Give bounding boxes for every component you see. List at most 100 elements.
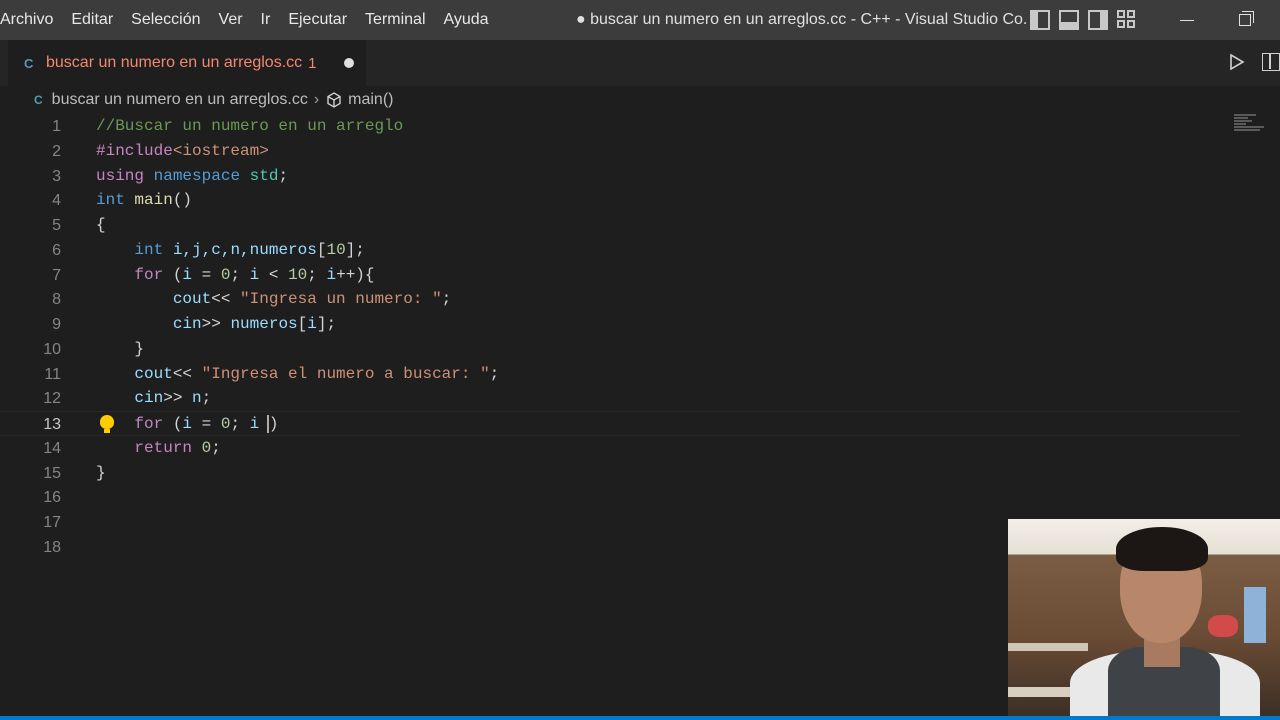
code-token: cout <box>134 364 173 383</box>
code-token: "Ingresa un numero: " <box>240 290 442 309</box>
minimize-icon <box>1180 19 1194 21</box>
code-token: >> <box>201 315 231 333</box>
code-line[interactable]: 11 cout<< "Ingresa el numero a buscar: "… <box>0 362 1240 387</box>
code-line[interactable]: 9 cin>> numeros[i]; <box>0 312 1240 337</box>
line-number: 8 <box>52 291 61 309</box>
breadcrumb: C buscar un numero en un arreglos.cc › m… <box>0 86 1280 114</box>
code-token: = <box>192 415 221 433</box>
webcam-overlay <box>1008 519 1280 716</box>
code-line[interactable]: 2 #include<iostream> <box>0 139 1240 164</box>
breadcrumb-file[interactable]: buscar un numero en un arreglos.cc <box>52 91 308 109</box>
menu-item-ir[interactable]: Ir <box>252 0 280 40</box>
editor-tab[interactable]: C buscar un numero en un arreglos.cc 1 <box>8 40 366 86</box>
play-icon[interactable] <box>1228 53 1246 71</box>
split-editor-icon[interactable] <box>1262 53 1280 71</box>
code-token: ]; <box>316 315 337 333</box>
restore-button[interactable] <box>1222 0 1268 40</box>
code-token: //Buscar un numero en un arreglo <box>96 117 404 135</box>
code-line[interactable]: 12 cin>> n; <box>0 386 1240 411</box>
code-text: } <box>96 461 106 486</box>
title-bar: Archivo Editar Selección Ver Ir Ejecutar Termi… <box>0 0 1280 40</box>
minimap[interactable] <box>1234 114 1270 138</box>
cpp-file-icon: C <box>24 55 34 71</box>
code-token: i <box>326 265 337 284</box>
menu-item-ejecutar[interactable]: Ejecutar <box>279 0 356 40</box>
code-token: i <box>249 265 260 284</box>
code-token: ; <box>489 364 500 383</box>
code-token: 0 <box>220 415 231 433</box>
menu-item-selección[interactable]: Selección <box>122 0 209 40</box>
line-number: 11 <box>44 365 61 383</box>
code-token: #include <box>96 141 173 160</box>
code-token: main <box>134 191 173 210</box>
line-number: 15 <box>43 464 61 482</box>
code-text: int i,j,c,n,numeros[10]; <box>96 238 365 263</box>
code-token: << <box>172 364 202 383</box>
line-number: 6 <box>52 241 61 259</box>
line-number: 18 <box>43 538 61 556</box>
code-text: cout<< "Ingresa un numero: "; <box>96 287 451 312</box>
code-line[interactable]: 6 int i,j,c,n,numeros[10]; <box>0 238 1240 263</box>
code-token: namespace <box>153 166 241 185</box>
toggle-primary-sidebar-icon[interactable] <box>1030 10 1050 30</box>
line-number: 5 <box>52 217 61 234</box>
line-number: 10 <box>43 340 61 358</box>
toggle-secondary-sidebar-icon[interactable] <box>1088 10 1108 30</box>
code-line[interactable]: 15} <box>0 461 1240 486</box>
breadcrumb-symbol[interactable]: main() <box>348 91 393 109</box>
menu-item-archivo[interactable]: Archivo <box>0 0 62 40</box>
line-number: 3 <box>52 167 61 185</box>
tab-label: buscar un numero en un arreglos.cc <box>46 54 303 71</box>
menu-item-ayuda[interactable]: Ayuda <box>435 0 498 40</box>
code-token: ( <box>163 415 183 433</box>
code-token: ; <box>307 265 327 284</box>
code-token: using <box>96 166 145 185</box>
code-line[interactable]: 3 using namespace std; <box>0 164 1240 189</box>
unsaved-dot-icon[interactable] <box>344 58 354 68</box>
menu-item-editar[interactable]: Editar <box>62 0 122 40</box>
code-token: ]; <box>345 240 365 259</box>
code-line[interactable]: 7 for (i = 0; i < 10; i++){ <box>0 263 1240 288</box>
code-line[interactable]: 5{ <box>0 213 1240 238</box>
code-token: int <box>134 240 164 259</box>
code-line[interactable]: 14 return 0; <box>0 436 1240 461</box>
line-number: 12 <box>43 390 61 408</box>
customize-layout-icon[interactable] <box>1117 10 1137 30</box>
line-number: 2 <box>52 142 61 160</box>
code-token: "Ingresa el numero a buscar: " <box>201 364 490 383</box>
toggle-panel-icon[interactable] <box>1059 10 1079 30</box>
menu-item-terminal[interactable]: Terminal <box>356 0 434 40</box>
code-line[interactable]: 13 for (i = 0; i ) <box>0 411 1240 436</box>
menu-item-ver[interactable]: Ver <box>210 0 252 40</box>
tab-bar: C buscar un numero en un arreglos.cc 1 <box>0 40 1280 86</box>
code-token: () <box>172 191 193 210</box>
code-token: ; <box>201 389 212 408</box>
code-text: } <box>96 337 144 362</box>
code-token: i <box>182 415 193 433</box>
code-token: 10 <box>288 265 308 284</box>
code-text: int main() <box>96 188 192 213</box>
restore-icon <box>1239 11 1254 26</box>
code-line[interactable]: 8 cout<< "Ingresa un numero: "; <box>0 287 1240 312</box>
code-token: cin <box>172 315 202 333</box>
line-number: 7 <box>52 266 61 284</box>
code-token: 0 <box>201 438 212 457</box>
code-line[interactable]: 16 <box>0 485 1240 510</box>
line-number: 17 <box>43 514 61 531</box>
cpp-file-icon: C <box>34 93 43 107</box>
code-line[interactable]: 10 } <box>0 337 1240 362</box>
code-line[interactable]: 4 int main() <box>0 188 1240 213</box>
window-title: ● buscar un numero en un arreglos.cc - C… <box>576 11 1026 28</box>
code-line[interactable]: 1 //Buscar un numero en un arreglo <box>0 114 1240 139</box>
code-token: ; <box>230 415 250 433</box>
problem-count-badge: 1 <box>308 54 317 72</box>
code-text: for (i = 0; i < 10; i++){ <box>96 263 374 288</box>
minimize-button[interactable] <box>1164 0 1210 40</box>
